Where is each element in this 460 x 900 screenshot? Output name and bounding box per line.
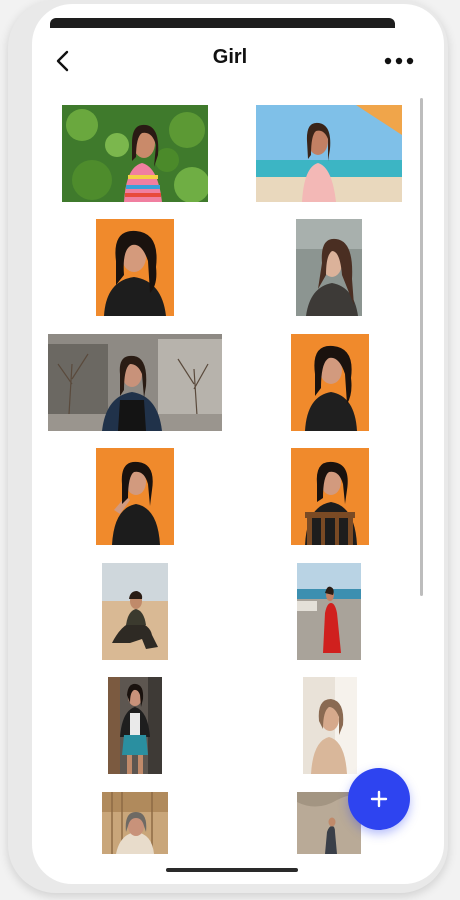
photo-image bbox=[297, 563, 361, 660]
photo-image bbox=[96, 448, 174, 545]
photo-image bbox=[291, 334, 369, 431]
photo-thumbnail[interactable] bbox=[48, 334, 222, 431]
home-indicator[interactable] bbox=[166, 868, 298, 872]
add-button[interactable] bbox=[348, 768, 410, 830]
photo-image bbox=[296, 219, 362, 316]
photo-thumbnail[interactable] bbox=[62, 105, 208, 202]
photo-thumbnail[interactable] bbox=[291, 334, 369, 431]
plus-icon bbox=[370, 790, 388, 808]
photo-image bbox=[102, 792, 168, 854]
photo-thumbnail[interactable] bbox=[102, 792, 168, 854]
more-options-button[interactable] bbox=[382, 48, 416, 74]
photo-thumbnail[interactable] bbox=[297, 563, 361, 660]
photo-thumbnail[interactable] bbox=[296, 219, 362, 316]
photo-thumbnail[interactable] bbox=[291, 448, 369, 545]
photo-thumbnail[interactable] bbox=[96, 219, 174, 316]
photo-image bbox=[48, 334, 222, 431]
photo-image bbox=[291, 448, 369, 545]
photo-thumbnail[interactable] bbox=[102, 563, 168, 660]
photo-thumbnail[interactable] bbox=[303, 677, 357, 774]
page-title: Girl bbox=[212, 46, 248, 68]
more-horizontal-icon bbox=[384, 57, 414, 65]
photo-thumbnail[interactable] bbox=[256, 105, 402, 202]
photo-image bbox=[108, 677, 162, 774]
status-bar bbox=[50, 18, 395, 28]
photo-thumbnail[interactable] bbox=[96, 448, 174, 545]
app-header: Girl bbox=[24, 40, 436, 80]
photo-image bbox=[303, 677, 357, 774]
photo-image bbox=[62, 105, 208, 202]
scrollbar-thumb[interactable] bbox=[420, 98, 423, 596]
photo-image bbox=[256, 105, 402, 202]
photo-thumbnail[interactable] bbox=[108, 677, 162, 774]
photo-image bbox=[102, 563, 168, 660]
photo-image bbox=[96, 219, 174, 316]
